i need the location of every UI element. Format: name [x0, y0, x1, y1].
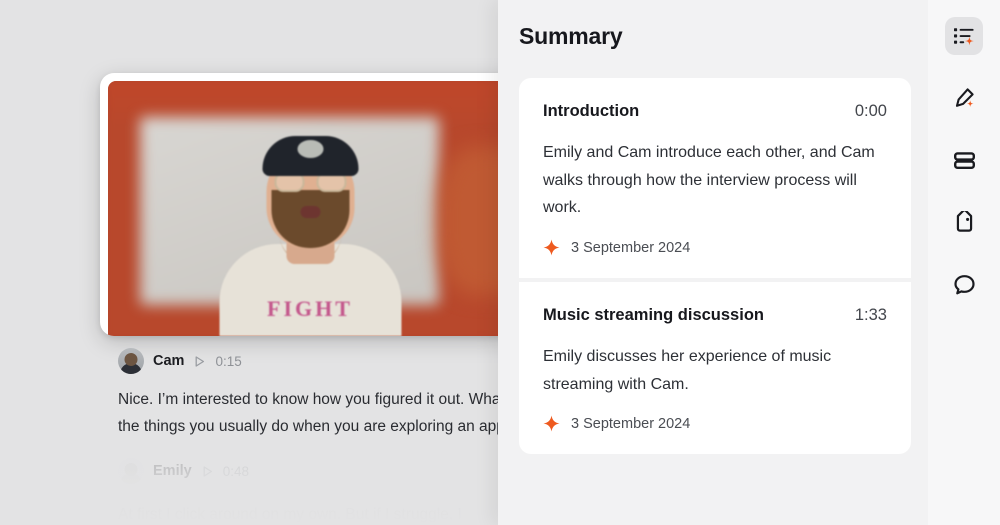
comment-icon	[953, 273, 976, 296]
summary-card-title: Introduction	[543, 102, 640, 120]
transcript-entry-header: Cam 0:15	[118, 348, 498, 374]
avatar	[118, 348, 144, 374]
transcript-entry[interactable]: Emily 0:48	[118, 458, 498, 485]
summary-card[interactable]: Introduction 0:00 Emily and Cam introduc…	[519, 78, 911, 279]
summary-card-body: Emily discusses her experience of music …	[543, 348, 832, 393]
summary-icon	[953, 25, 975, 47]
video-transcript-panel: FIGHT Cam 0:15 Nice. I’m interested to k…	[0, 0, 498, 525]
transcript-entry-header: Emily 0:48	[118, 458, 498, 485]
rail-button-tags[interactable]	[945, 203, 983, 241]
tool-rail	[928, 0, 1000, 525]
summary-content: Summary Introduction 0:00 Emily and Cam …	[498, 0, 928, 525]
summary-card-list: Introduction 0:00 Emily and Cam introduc…	[519, 78, 911, 455]
play-icon[interactable]	[193, 355, 206, 368]
transcript-text-line: At first I click around on my own. But i…	[118, 506, 462, 524]
sparkle-icon	[543, 415, 560, 432]
tag-icon	[953, 210, 976, 234]
transcript-timestamp[interactable]: 0:15	[215, 354, 241, 369]
summary-card-meta: 3 September 2024	[543, 415, 887, 432]
summary-card[interactable]: Music streaming discussion 1:33 Emily di…	[519, 282, 911, 455]
clips-icon	[953, 149, 976, 172]
summary-card-header: Music streaming discussion 1:33	[543, 306, 887, 325]
speaker-name: Cam	[153, 353, 185, 369]
shirt-text: FIGHT	[267, 296, 353, 321]
summary-card-timestamp[interactable]: 1:33	[855, 306, 887, 325]
summary-card-date: 3 September 2024	[571, 239, 691, 256]
rail-button-highlights[interactable]	[945, 79, 983, 117]
transcript-timestamp[interactable]: 0:48	[223, 464, 249, 479]
transcript-entry[interactable]: Cam 0:15 Nice. I’m interested to know ho…	[118, 348, 498, 440]
summary-card-title: Music streaming discussion	[543, 306, 764, 325]
video-bg-blob	[439, 147, 498, 296]
summary-card-body: Emily and Cam introduce each other, and …	[543, 144, 875, 217]
rail-button-summary[interactable]	[945, 17, 983, 55]
rail-button-clips[interactable]	[945, 141, 983, 179]
transcript-text-line: Nice. I’m interested to know how you fig…	[118, 391, 498, 408]
summary-card-timestamp[interactable]: 0:00	[855, 102, 887, 121]
transcript-entry-text: At first I click around on my own. But i…	[118, 502, 498, 525]
app-root: FIGHT Cam 0:15 Nice. I’m interested to k…	[0, 0, 1000, 525]
summary-card-date: 3 September 2024	[571, 415, 691, 432]
transcript-text-line: the things you usually do when you are e…	[118, 417, 498, 435]
video-frame[interactable]: FIGHT	[108, 81, 498, 336]
summary-card-header: Introduction 0:00	[543, 102, 887, 121]
transcript-list: Cam 0:15 Nice. I’m interested to know ho…	[118, 348, 498, 525]
summary-card-meta: 3 September 2024	[543, 239, 887, 256]
video-player[interactable]: FIGHT	[100, 73, 498, 336]
speaker-name: Emily	[153, 463, 192, 480]
sparkle-icon	[543, 239, 560, 256]
rail-button-comments[interactable]	[945, 265, 983, 303]
summary-panel: Summary Introduction 0:00 Emily and Cam …	[498, 0, 1000, 525]
play-icon[interactable]	[201, 465, 214, 478]
avatar	[118, 458, 144, 485]
video-participant: FIGHT	[203, 121, 418, 336]
highlight-pen-icon	[953, 87, 976, 110]
page-title: Summary	[519, 23, 623, 49]
